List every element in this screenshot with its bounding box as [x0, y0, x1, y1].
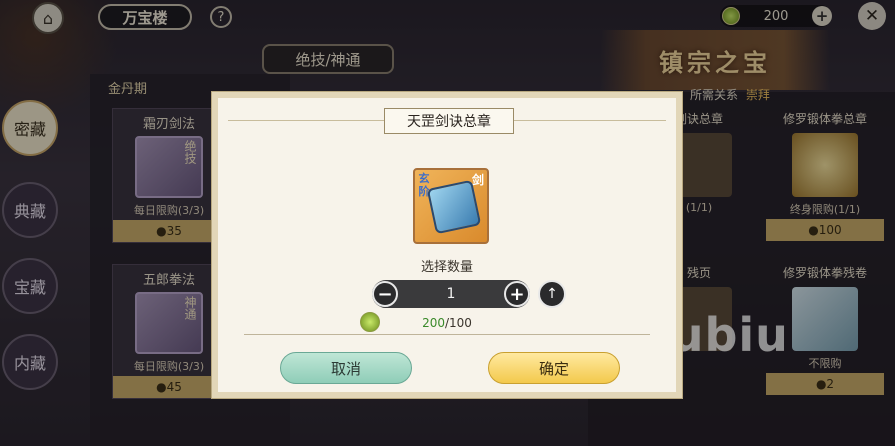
max-quantity-button[interactable]: ↑	[538, 280, 566, 308]
purchase-dialog: 天罡剑诀总章 玄阶 剑 选择数量 − 1 + ↑ 200/100 取消 确定	[212, 92, 682, 398]
quantity-value[interactable]: 1	[447, 286, 456, 302]
quantity-stepper: − 1 +	[372, 280, 530, 308]
cost-display: 200/100	[218, 316, 676, 330]
cancel-button[interactable]: 取消	[280, 352, 412, 384]
divider	[244, 334, 650, 335]
quantity-label: 选择数量	[420, 260, 473, 275]
dialog-title: 天罡剑诀总章	[384, 108, 514, 134]
cost-amount: 100	[449, 316, 472, 330]
skill-book-icon: 玄阶 剑	[413, 168, 489, 244]
confirm-button[interactable]: 确定	[488, 352, 620, 384]
owned-amount: 200	[422, 316, 445, 330]
skill-rank: 玄阶	[418, 172, 430, 198]
skill-type: 剑	[471, 173, 484, 187]
decrease-button[interactable]: −	[372, 281, 398, 307]
increase-button[interactable]: +	[503, 281, 530, 307]
